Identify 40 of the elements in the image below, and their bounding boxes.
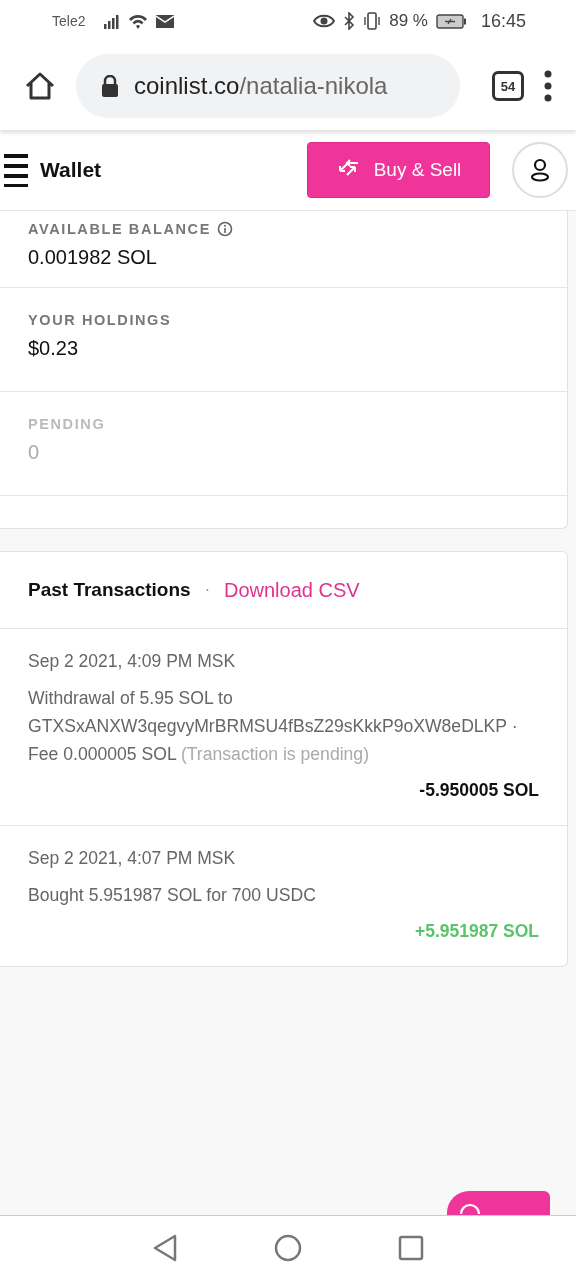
transaction-date: Sep 2 2021, 4:07 PM MSK bbox=[28, 848, 237, 869]
balance-value: $0.23 bbox=[28, 337, 80, 360]
balance-value: 0 bbox=[28, 441, 41, 464]
account-button[interactable] bbox=[512, 142, 568, 198]
url-field[interactable]: coinlist.co/natalia-nikola bbox=[76, 54, 460, 118]
balance-value: 0.001982 SOL bbox=[28, 246, 158, 269]
signal-icon bbox=[103, 12, 121, 30]
vibrate-icon bbox=[363, 12, 382, 30]
transaction-amount: +5.951987 SOL bbox=[413, 921, 539, 942]
transaction-description: Bought 5.951987 SOL for 700 USDC bbox=[28, 884, 317, 907]
balance-label: AVAILABLE BALANCE bbox=[28, 221, 211, 237]
help-button[interactable] bbox=[447, 1191, 550, 1215]
battery-percent: 89 % bbox=[389, 11, 428, 31]
user-icon bbox=[530, 158, 550, 182]
balance-label: PENDING bbox=[28, 416, 106, 432]
eye-icon bbox=[313, 12, 336, 30]
balance-label: YOUR HOLDINGS bbox=[28, 312, 172, 328]
transaction-description: Withdrawal of 5.95 SOL to GTXSxANXW3qegvyMrBRMSU4fBsZ29sKkkP9oXW8eDLKP · Fee 0.000005 SOL (Transaction is pending) bbox=[28, 687, 519, 766]
info-icon[interactable] bbox=[216, 221, 233, 237]
clock-time: 16:45 bbox=[480, 10, 526, 32]
lock-icon bbox=[100, 75, 120, 97]
carrier-name: Tele2 bbox=[52, 13, 86, 29]
recent-apps-icon[interactable] bbox=[398, 1235, 424, 1261]
menu-icon[interactable] bbox=[4, 153, 28, 187]
page-title: Wallet bbox=[40, 158, 103, 182]
home-circle-icon[interactable] bbox=[274, 1234, 302, 1262]
buy-sell-button[interactable]: Buy & Sell bbox=[307, 142, 490, 198]
mail-icon bbox=[156, 12, 175, 30]
home-icon[interactable] bbox=[24, 70, 56, 102]
wifi-icon bbox=[128, 12, 149, 30]
download-csv-link[interactable]: Download CSV bbox=[223, 578, 360, 602]
separator-dot: · bbox=[204, 581, 210, 599]
back-icon[interactable] bbox=[152, 1234, 178, 1262]
section-title: Past Transactions bbox=[28, 579, 191, 601]
battery-icon bbox=[435, 13, 467, 29]
more-menu-icon[interactable] bbox=[544, 70, 552, 102]
transaction-amount: -5.950005 SOL bbox=[418, 780, 539, 801]
bluetooth-icon bbox=[343, 12, 356, 30]
tab-count[interactable]: 54 bbox=[492, 71, 524, 101]
transaction-date: Sep 2 2021, 4:09 PM MSK bbox=[28, 651, 237, 672]
